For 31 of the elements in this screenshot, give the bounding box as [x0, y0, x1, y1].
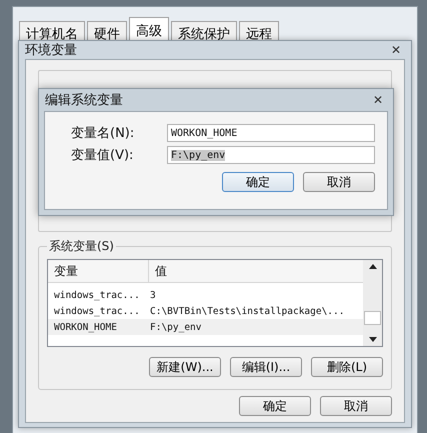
dialog-button[interactable]: 删除(L)	[311, 357, 383, 377]
list-row[interactable]: WORKON_HOME F:\py_env	[48, 319, 363, 335]
list-row[interactable]: windows_trac... C:\BVTBin\Tests\installpackage\...	[48, 303, 363, 319]
dialog-button[interactable]: 确定	[222, 172, 294, 192]
close-button[interactable]: ✕	[386, 43, 405, 57]
group-title: 系统变量(S)	[48, 238, 115, 255]
scrollbar[interactable]	[363, 260, 382, 346]
close-button[interactable]: ✕	[368, 93, 387, 107]
table-cell-text: windows_trac...	[53, 306, 141, 316]
window-title: 环境变量	[25, 42, 77, 59]
input-field[interactable]: F:\py_env	[167, 146, 375, 164]
dialog-button[interactable]: 新建(W)...	[149, 357, 221, 377]
table-cell-text: WORKON_HOME	[53, 322, 118, 332]
column-header[interactable]: 值	[149, 260, 363, 282]
field-label: 变量值(V):	[71, 147, 134, 164]
table-cell-text: windows_trac...	[53, 290, 141, 300]
field-label: 变量名(N):	[71, 125, 136, 142]
input-field[interactable]: WORKON_HOME	[167, 124, 375, 142]
table-cell-text: F:\py_env	[149, 322, 202, 332]
window-title: 编辑系统变量	[45, 92, 123, 109]
scroll-thumb[interactable]	[364, 311, 381, 325]
list-row[interactable]: windows_trac... 3	[48, 287, 363, 303]
scroll-up-icon[interactable]	[368, 264, 376, 269]
scroll-down-icon[interactable]	[368, 337, 376, 342]
dialog-button[interactable]: 编辑(I)...	[230, 357, 302, 377]
dialog-button[interactable]: 确定	[239, 396, 311, 416]
dialog-button[interactable]: 取消	[320, 396, 392, 416]
dialog-button[interactable]: 取消	[303, 172, 375, 192]
column-header[interactable]: 变量	[48, 260, 149, 282]
table-cell-text: C:\BVTBin\Tests\installpackage\...	[149, 306, 346, 316]
table-cell-text: 3	[149, 290, 157, 300]
